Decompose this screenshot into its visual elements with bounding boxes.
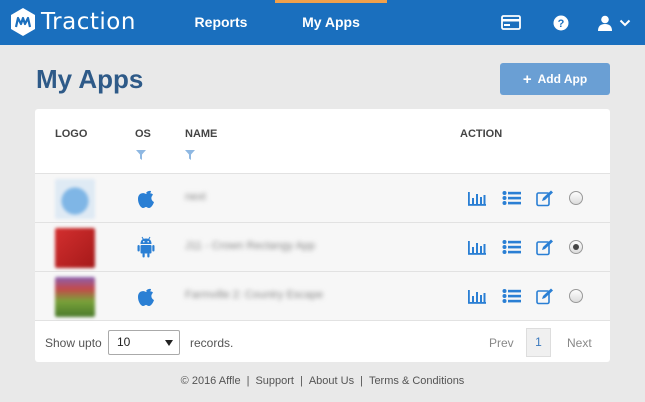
user-menu-button[interactable] [593,0,635,45]
nav-reports[interactable]: Reports [180,0,262,45]
apple-icon [138,190,154,208]
os-filter-icon[interactable] [136,150,146,160]
nav-my-apps[interactable]: My Apps [275,0,387,45]
edit-icon [536,288,553,304]
nav-my-apps-label: My Apps [302,14,360,30]
add-app-button[interactable]: + Add App [500,63,610,95]
app-select-radio[interactable] [569,289,583,303]
stats-button[interactable] [466,188,488,208]
apps-table-card: LOGO OS NAME ACTION next J11 - Crown Rec… [35,109,610,362]
page-number-button[interactable]: 1 [526,328,551,357]
support-link[interactable]: Support [255,375,294,387]
app-logo [55,228,95,268]
name-filter-icon[interactable] [185,150,195,160]
edit-button[interactable] [534,237,556,257]
traction-logo-icon [11,8,35,36]
app-name[interactable]: Farmville 2: Country Escape [185,289,323,301]
edit-button[interactable] [534,188,556,208]
table-row: Farmville 2: Country Escape [35,272,610,321]
help-button[interactable]: ? [551,0,571,45]
add-app-label: Add App [537,72,588,86]
list-icon [502,240,521,254]
caret-down-icon [165,340,173,346]
terms-link[interactable]: Terms & Conditions [369,375,464,387]
bar-chart-icon [468,290,486,304]
prev-page-button[interactable]: Prev [489,336,514,350]
help-icon: ? [553,15,569,30]
details-button[interactable] [501,188,523,208]
edit-icon [536,239,553,255]
edit-icon [536,190,553,206]
svg-text:?: ? [558,18,565,30]
bar-chart-icon [468,241,486,255]
top-nav-bar: Traction Reports My Apps ? [0,0,645,45]
copyright-text: © 2016 Affle [180,375,241,387]
edit-button[interactable] [534,286,556,306]
chevron-down-icon [619,19,631,26]
billing-button[interactable] [499,0,523,45]
table-row: next [35,174,610,223]
user-icon [598,15,612,31]
app-select-radio[interactable] [569,240,583,254]
column-header-name: NAME [185,128,218,140]
list-icon [502,191,521,205]
app-logo [55,277,95,317]
page-size-select[interactable]: 10 [108,330,180,355]
stats-button[interactable] [466,237,488,257]
show-upto-label: Show upto [45,336,102,350]
column-header-os: OS [135,128,151,140]
android-icon [137,236,155,258]
plus-icon: + [522,70,532,88]
app-select-radio[interactable] [569,191,583,205]
app-logo [55,179,95,219]
records-label: records. [190,336,234,350]
nav-active-indicator [275,0,387,3]
brand-name: Traction [41,9,136,35]
details-button[interactable] [501,237,523,257]
table-row: J11 - Crown Rectangy App [35,223,610,272]
app-name[interactable]: J11 - Crown Rectangy App [185,240,315,252]
stats-button[interactable] [466,286,488,306]
column-header-logo: LOGO [55,128,88,140]
about-us-link[interactable]: About Us [309,375,354,387]
column-header-action: ACTION [460,128,503,140]
bar-chart-icon [468,192,486,206]
apple-icon [138,288,154,306]
page-footer: © 2016 Affle | Support | About Us | Terms & Co… [180,375,465,387]
details-button[interactable] [501,286,523,306]
brand-logo[interactable]: Traction [8,5,136,39]
next-page-button[interactable]: Next [567,336,592,350]
app-name[interactable]: next [185,191,206,203]
page-title: My Apps [36,64,144,94]
list-icon [502,289,521,303]
page-size-value: 10 [117,335,131,349]
card-icon [501,15,521,30]
